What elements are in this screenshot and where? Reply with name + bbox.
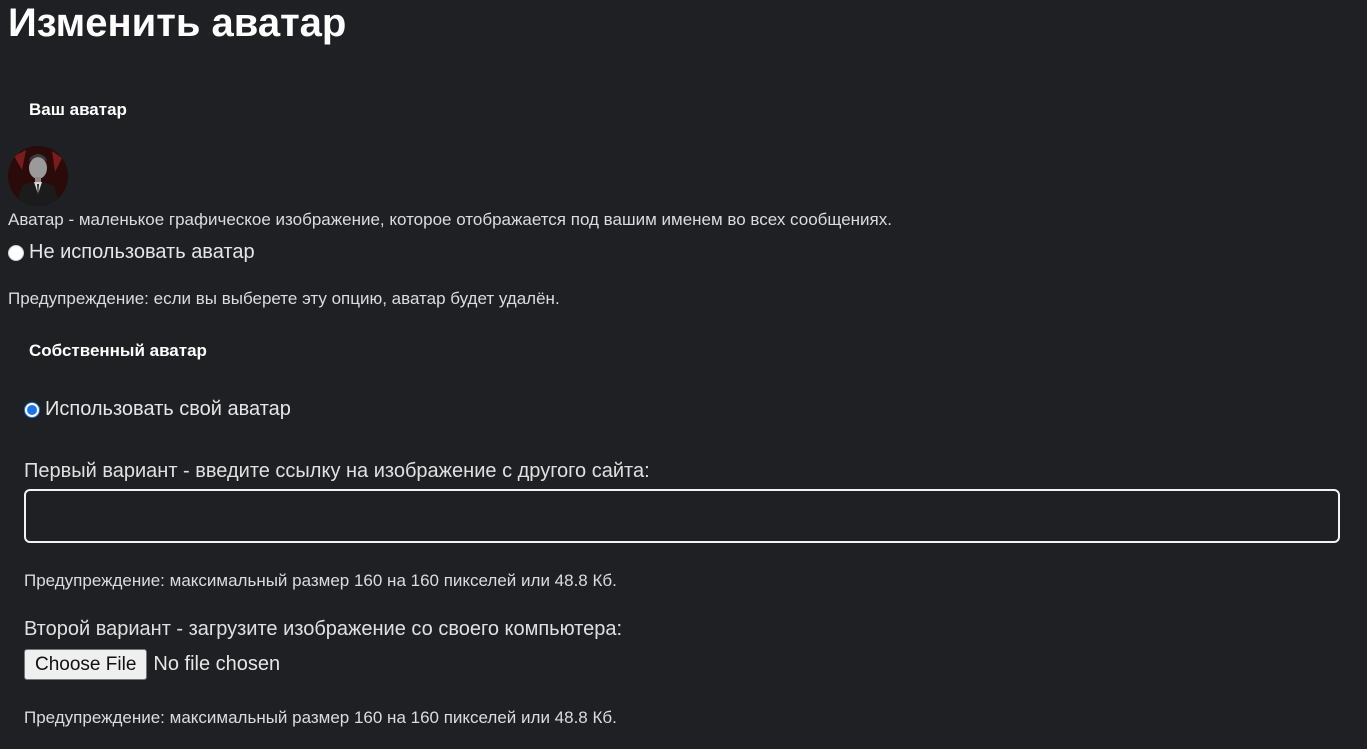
no-avatar-option[interactable]: Не использовать аватар (8, 241, 255, 264)
avatar-url-label: Первый вариант - введите ссылку на изобр… (24, 460, 650, 482)
upload-label: Второй вариант - загрузите изображение с… (24, 618, 623, 640)
no-avatar-radio[interactable] (8, 244, 24, 261)
avatar-url-input[interactable] (24, 489, 1340, 543)
no-file-chosen-text: No file chosen (153, 653, 281, 675)
avatar-description: Аватар - маленькое графическое изображен… (8, 210, 892, 229)
your-avatar-heading: Ваш аватар (29, 100, 127, 119)
file-upload: Choose File No file chosen (24, 649, 280, 680)
size-warning-upload: Предупреждение: максимальный размер 160 … (24, 708, 617, 727)
use-own-avatar-label: Использовать свой аватар (45, 398, 291, 420)
size-warning-url: Предупреждение: максимальный размер 160 … (24, 571, 617, 590)
page-title: Изменить аватар (8, 1, 347, 45)
avatar (8, 146, 68, 206)
choose-file-button[interactable]: Choose File (24, 649, 148, 680)
use-own-avatar-radio[interactable] (24, 401, 40, 418)
remove-warning: Предупреждение: если вы выберете эту опц… (8, 289, 560, 308)
avatar-image (8, 146, 68, 206)
change-avatar-page: Изменить аватар Ваш аватар Аватар - мале… (0, 0, 1367, 749)
no-avatar-label: Не использовать аватар (29, 241, 255, 263)
use-own-avatar-option[interactable]: Использовать свой аватар (24, 398, 291, 421)
custom-avatar-heading: Собственный аватар (29, 341, 207, 360)
